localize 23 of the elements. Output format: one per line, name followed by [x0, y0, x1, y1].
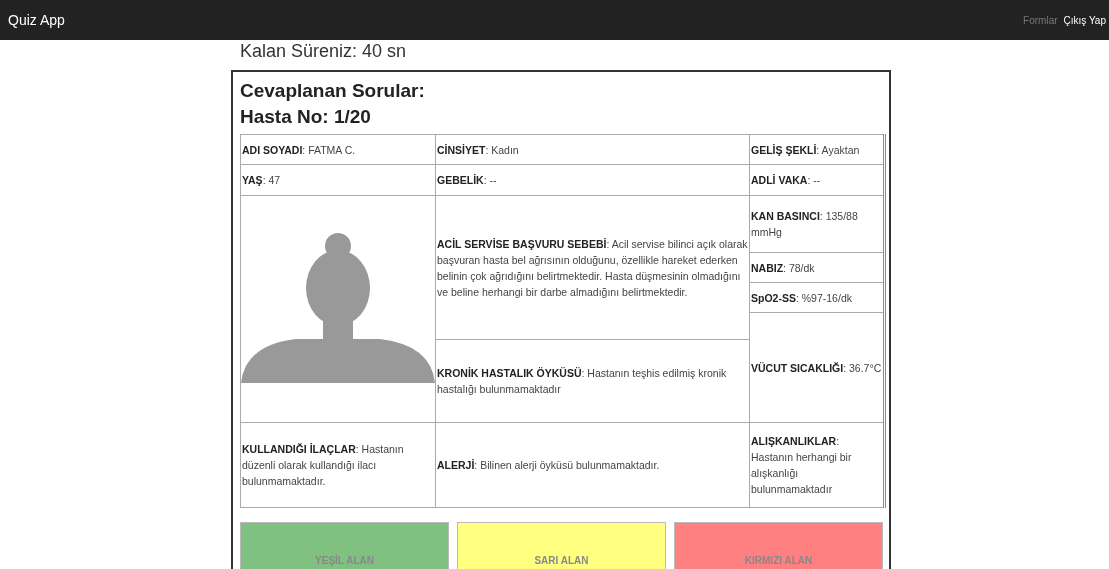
- patient-info-text: GELİŞ ŞEKLİ: Ayaktan: [751, 143, 860, 156]
- patient-info-text: SpO2-SS: %97-16/dk: [751, 291, 852, 304]
- card-title: Cevaplanan Sorular:: [240, 79, 426, 103]
- patient-info-text: KRONİK HASTALIK ÖYKÜSÜ: Hastanın teşhis edilmiş kronik hastalığı bulunmamaktadır: [437, 367, 727, 395]
- triage-button[interactable]: SARI ALAN: [457, 522, 666, 569]
- patient-info-text: KULLANDIĞI İLAÇLAR: Hastanın düzenli olarak kullandığı ilacı bulunmamaktadır.: [242, 443, 404, 487]
- patient-info-text: ACİL SERVİSE BAŞVURU SEBEBİ: Acil servise bilinci açık olarak başvuran hasta bel ağrısının olduğunu, özellikle hareket ederken belinin çok ağrıdığını belirtmektedir. Hasta düşmesinin olmadığını ve beline herhangi bir darbe almadığını belirtmektedir.: [437, 237, 748, 298]
- patient-info-text: VÜCUT SICAKLIĞI: 36.7°C: [751, 361, 882, 374]
- patient-info-text: NABIZ: 78/dk: [751, 261, 815, 274]
- patient-info-text: ALIŞKANLIKLAR: Hastanın herhangi bir alışkanlığı bulunmamaktadır: [751, 435, 852, 495]
- patient-info-text: YAŞ: 47: [242, 174, 281, 186]
- avatar-icon: [241, 233, 435, 383]
- patient-info-text: KAN BASINCI: 135/88 mmHg: [751, 210, 858, 238]
- nav-link[interactable]: Formlar: [1020, 12, 1061, 28]
- patient-info-text: ALERJİ: Bilinen alerji öyküsü bulunmamaktadır.: [437, 459, 660, 471]
- patient-info-text: ADLİ VAKA: --: [751, 174, 821, 186]
- patient-number: Hasta No: 1/20: [240, 105, 372, 129]
- patient-info-text: CİNSİYET: Kadın: [437, 143, 519, 156]
- nav-link[interactable]: Çıkış Yap: [1060, 12, 1109, 28]
- app-brand[interactable]: Quiz App: [8, 9, 65, 31]
- patient-info-text: GEBELİK: --: [437, 174, 497, 186]
- timer-text: Kalan Süreniz: 40 sn: [240, 40, 408, 62]
- patient-info-text: ADI SOYADI: FATMA C.: [242, 143, 356, 156]
